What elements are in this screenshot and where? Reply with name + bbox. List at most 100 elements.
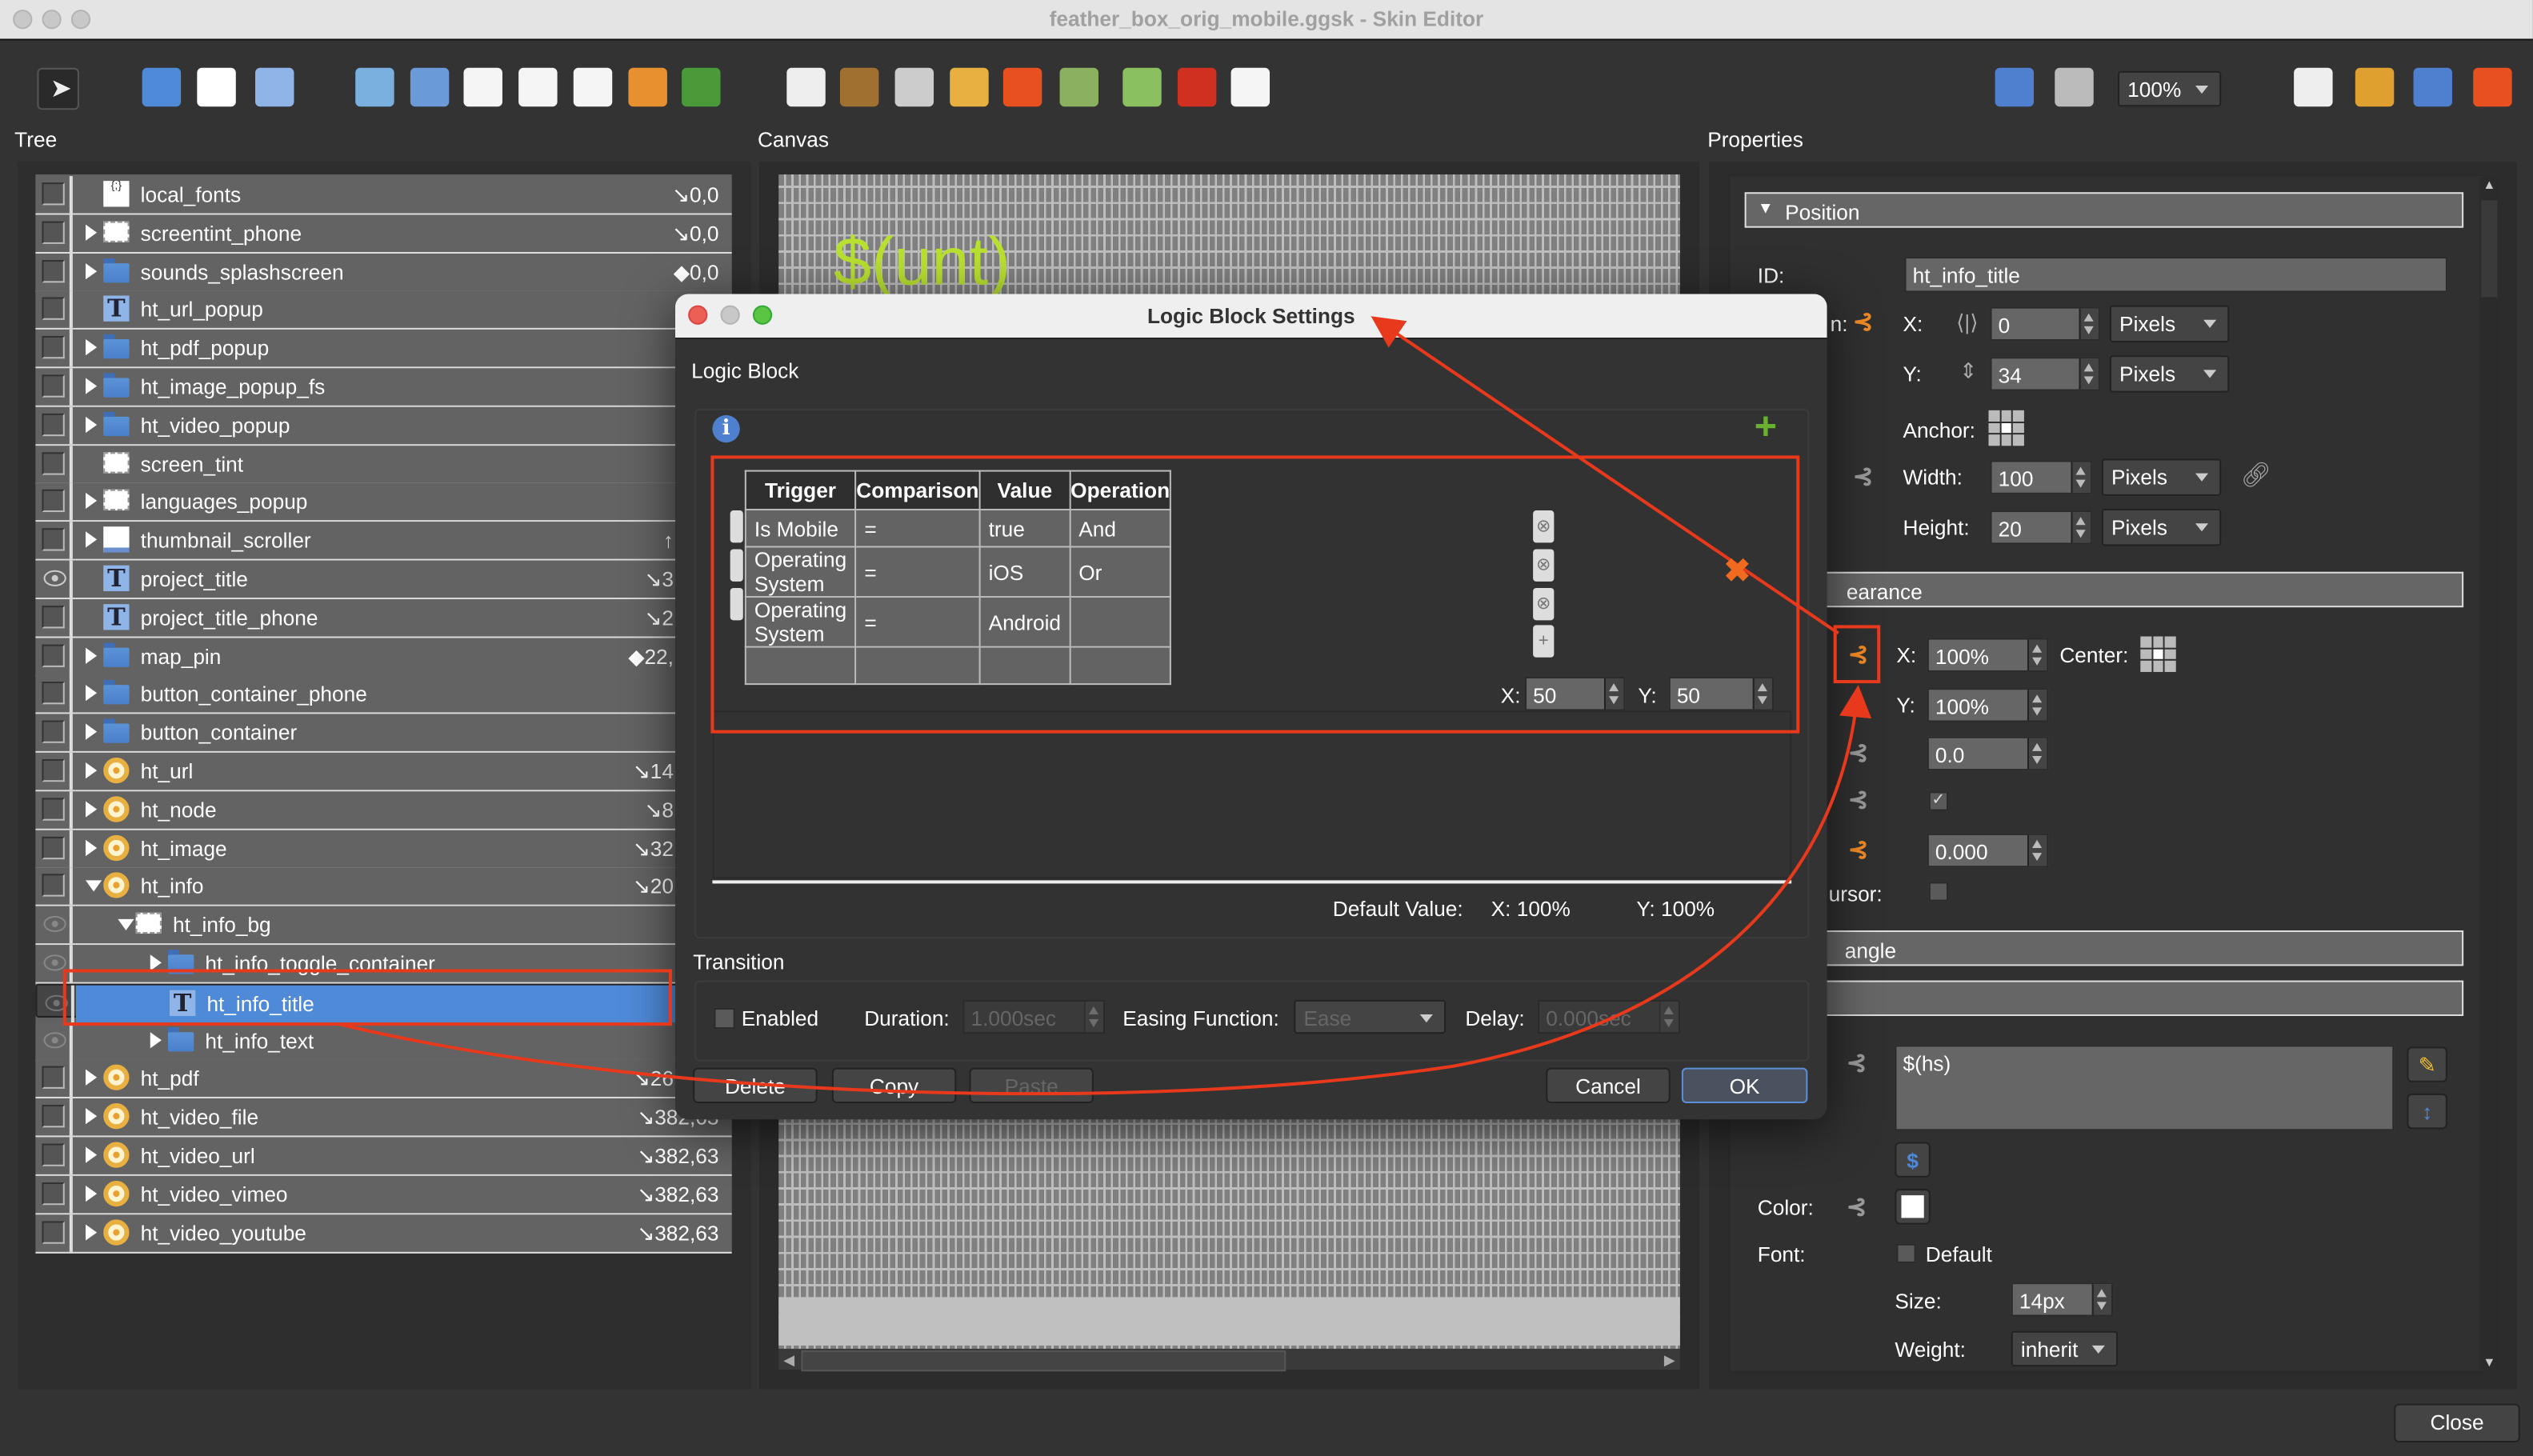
tree-row-content[interactable]: thumbnail_scroller ↑: [74, 522, 732, 559]
tree-row[interactable]: ht_info_text: [35, 1022, 732, 1061]
tree-row[interactable]: languages_popup: [35, 483, 732, 522]
font-weight-select[interactable]: inherit: [2011, 1330, 2119, 1367]
tree-row[interactable]: ht_pdf_popup: [35, 330, 732, 369]
tree-row-content[interactable]: ht_video_url ↘382,63: [74, 1137, 732, 1174]
font-size-field[interactable]: 14px: [2011, 1282, 2113, 1317]
collapsed-triangle-icon[interactable]: [86, 262, 98, 279]
spinner[interactable]: [2027, 690, 2047, 721]
spinner[interactable]: [2091, 1284, 2111, 1315]
collapsed-triangle-icon[interactable]: [86, 339, 98, 356]
checkbox[interactable]: [42, 374, 65, 398]
zoom-icon[interactable]: [2055, 67, 2094, 107]
scale-x-field[interactable]: 100%: [1927, 638, 2049, 672]
spinner[interactable]: [2027, 738, 2047, 770]
zoom-level-select[interactable]: 100%: [2118, 70, 2222, 107]
cloner-icon[interactable]: [786, 67, 826, 107]
visibility-toggle[interactable]: [35, 176, 73, 214]
tree-row-content[interactable]: ht_info ↘20: [74, 868, 732, 905]
checkbox[interactable]: [42, 336, 65, 359]
visibility-toggle[interactable]: [37, 985, 74, 1022]
tree-row[interactable]: ht_info_bg: [35, 906, 732, 946]
collapsed-triangle-icon[interactable]: [86, 1070, 98, 1086]
properties-vertical-scrollbar[interactable]: ▲ ▼: [2479, 178, 2499, 1370]
tree-row[interactable]: Tproject_title_phone ↘2: [35, 598, 732, 638]
empty-cell[interactable]: [854, 646, 981, 686]
condition-row[interactable]: Operating System = iOS Or: [744, 546, 1172, 598]
collapsed-triangle-icon[interactable]: [86, 416, 98, 433]
spinner[interactable]: [2079, 358, 2099, 390]
tree-row-content[interactable]: {;} local_fonts ↘0,0: [74, 176, 732, 213]
collapsed-triangle-icon[interactable]: [86, 224, 98, 241]
remove-condition-icon[interactable]: ⊗: [1533, 549, 1555, 582]
logic-block-icon[interactable]: ⊰: [1847, 1195, 1872, 1219]
close-button[interactable]: Close: [2394, 1403, 2520, 1443]
checkbox[interactable]: [42, 1105, 65, 1128]
remove-condition-icon[interactable]: ⊗: [1533, 510, 1555, 543]
logic-y-field[interactable]: 50: [1668, 677, 1774, 711]
vertical-align-icon[interactable]: ⇕: [1959, 358, 1977, 384]
center-grid[interactable]: [2140, 636, 2176, 672]
height-unit-select[interactable]: Pixels: [2101, 509, 2222, 546]
condition-operation-cell[interactable]: [1069, 596, 1172, 648]
checkbox[interactable]: [42, 528, 65, 551]
checkbox[interactable]: [42, 643, 65, 667]
condition-operation-cell[interactable]: Or: [1069, 546, 1172, 598]
add-condition-icon[interactable]: +: [1533, 626, 1555, 658]
tree-row[interactable]: ht_pdf ↘26: [35, 1060, 732, 1099]
svg-icon[interactable]: [463, 67, 502, 107]
collapsed-triangle-icon[interactable]: [86, 801, 98, 818]
eye-icon[interactable]: [43, 954, 66, 971]
timer-gauge-icon[interactable]: [894, 67, 934, 107]
horizontal-align-icon[interactable]: ⟨|⟩: [1956, 310, 1978, 336]
collapsed-triangle-icon[interactable]: [86, 685, 98, 702]
logic-x-field[interactable]: 50: [1525, 677, 1626, 711]
eye-icon[interactable]: [43, 916, 66, 933]
collapsed-triangle-icon[interactable]: [150, 1031, 162, 1048]
spinner[interactable]: [2027, 639, 2047, 670]
text-section-header[interactable]: [1744, 980, 2464, 1017]
remove-condition-icon[interactable]: ⊗: [1533, 587, 1555, 620]
tree-row[interactable]: screen_tint: [35, 445, 732, 484]
tree-row-content[interactable]: screen_tint: [74, 445, 732, 482]
visibility-toggle[interactable]: [35, 406, 73, 444]
tree-row[interactable]: button_container_phone: [35, 675, 732, 715]
collapsed-triangle-icon[interactable]: [86, 1146, 98, 1163]
scrollbar-thumb[interactable]: [2481, 200, 2498, 298]
logic-block-icon[interactable]: ⊰: [1853, 310, 1879, 334]
tree-row[interactable]: Tproject_title ↘3: [35, 560, 732, 600]
visibility-toggle[interactable]: [35, 445, 73, 482]
checkbox[interactable]: [42, 758, 65, 782]
collapsed-triangle-icon[interactable]: [86, 531, 98, 548]
rectangle-section-header[interactable]: angle: [1744, 930, 2464, 966]
duration-field[interactable]: 1.000sec: [962, 999, 1106, 1034]
scroll-left-icon[interactable]: ◀: [783, 1352, 794, 1370]
tree-row[interactable]: map_pin ◆22,: [35, 637, 732, 677]
tree-row[interactable]: ht_video_popup: [35, 406, 732, 446]
tree-row-content[interactable]: Tproject_title ↘3: [74, 561, 732, 598]
visibility-toggle[interactable]: [35, 714, 73, 752]
tree-row-content[interactable]: ht_video_popup: [74, 406, 732, 443]
visibility-toggle[interactable]: [35, 829, 73, 867]
scroll-down-icon[interactable]: ▼: [2483, 1355, 2495, 1370]
column-header[interactable]: Comparison: [854, 470, 981, 511]
empty-cell[interactable]: [744, 646, 857, 686]
tree-row[interactable]: Tht_info_title◆: [35, 983, 732, 1022]
insert-variable-icon[interactable]: $: [1895, 1142, 1931, 1178]
video-icon[interactable]: [1122, 67, 1162, 107]
checkbox[interactable]: [42, 490, 65, 513]
checkbox[interactable]: [42, 259, 65, 282]
position-section-header[interactable]: ▼ Position: [1744, 192, 2464, 228]
spinner[interactable]: [2071, 462, 2091, 493]
edit-text-pencil-icon[interactable]: ✎: [2407, 1046, 2447, 1082]
scroll-up-icon[interactable]: ▲: [2483, 178, 2495, 192]
visibility-toggle[interactable]: [35, 598, 73, 637]
condition-comparison-cell[interactable]: =: [854, 509, 981, 548]
condition-operation-cell[interactable]: And: [1069, 509, 1172, 548]
tree-row-content[interactable]: ht_url ↘14: [74, 753, 732, 790]
visibility-toggle[interactable]: [35, 945, 73, 982]
appearance-section-header[interactable]: earance: [1744, 571, 2464, 608]
cancel-button[interactable]: Cancel: [1546, 1067, 1671, 1104]
select-pointer-icon[interactable]: ➤: [37, 67, 79, 110]
collapsed-triangle-icon[interactable]: [86, 1108, 98, 1125]
image-icon[interactable]: [355, 67, 394, 107]
